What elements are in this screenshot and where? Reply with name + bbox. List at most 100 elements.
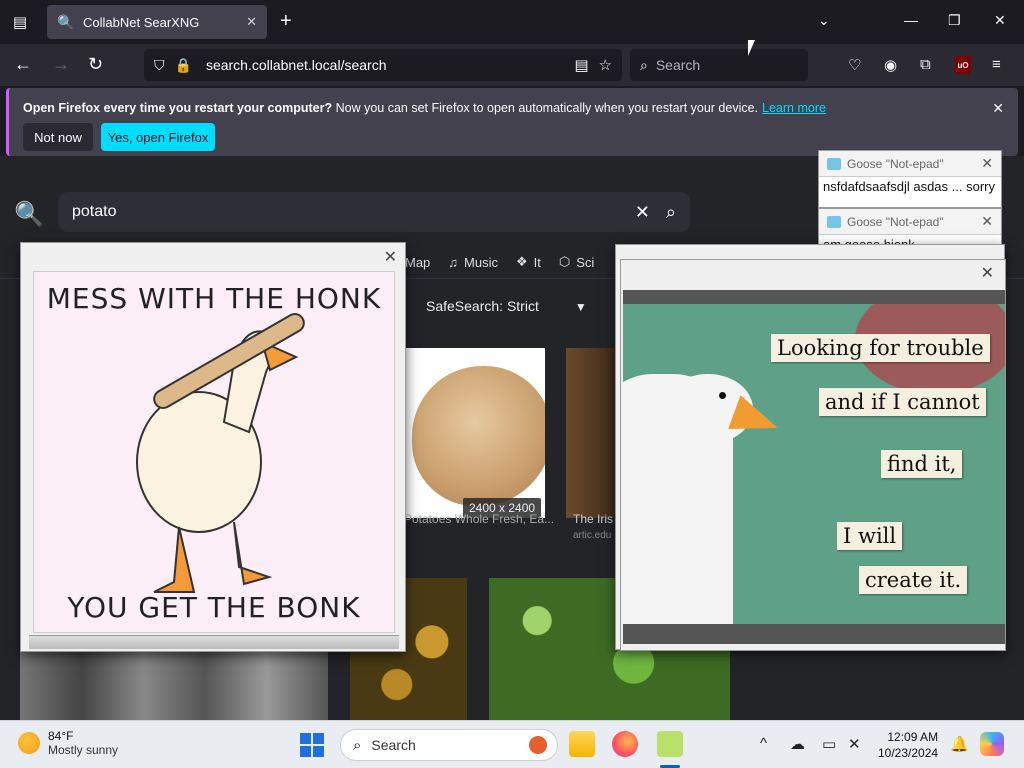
category-it-label: It [533,254,541,270]
back-icon[interactable]: ← [14,54,32,74]
weather-temp: 84°F [48,729,74,743]
taskbar-search[interactable]: ⌕ Search [340,729,558,761]
system-clock[interactable]: 12:09 AM 10/23/2024 [878,729,938,761]
category-science-label: Sci [576,254,595,270]
window-band [623,290,1005,304]
forward-icon[interactable]: → [52,54,70,74]
meme-bottom-text: YOU GET THE BONK [67,591,361,624]
mouse-cursor-icon [748,40,755,56]
tab-searxng[interactable]: 🔍 CollabNet SearXNG ✕ [47,5,267,39]
goose-trouble-image: Looking for trouble and if I cannot find… [623,304,1005,624]
note-4: I will [837,522,903,550]
file-explorer-icon[interactable] [569,731,595,757]
notification-bell-icon[interactable]: 🔔 [950,735,969,753]
category-music[interactable]: ♫ Music [448,254,498,270]
not-now-button[interactable]: Not now [23,123,93,151]
caret-down-icon: ▼ [574,300,587,314]
ublock-icon[interactable]: uO [955,56,971,74]
notepad-title: Goose "Not-epad" [847,156,944,171]
notification-bold: Open Firefox every time you restart your… [23,101,333,115]
lock-icon[interactable]: 🔒 [175,57,192,74]
extensions-icon[interactable]: ⧉ [920,56,931,73]
tab-close-icon[interactable]: ✕ [246,14,257,30]
menu-icon[interactable]: ≡ [992,56,1001,73]
safesearch-select[interactable]: SafeSearch: Strict ▼ [426,298,587,314]
window-resize-strip [29,635,399,649]
notepad-icon [827,157,841,170]
nav-bar: ← → ↻ ⛉ 🔒 search.collabnet.local/search … [0,44,1024,86]
search-submit-icon[interactable]: ⌕ [666,202,676,223]
url-text[interactable]: search.collabnet.local/search [206,57,574,73]
category-map-label: Map [405,254,431,270]
onedrive-icon[interactable]: ☁ [790,735,805,753]
popup-close-icon[interactable]: ✕ [384,247,397,267]
popup-close-icon[interactable]: ✕ [981,263,994,283]
tray-chevron-up-icon[interactable]: ^ [760,735,767,752]
goose-notepad-window-1[interactable]: Goose "Not-epad" ✕ nsfdafdsaafsdjl asdas … [818,150,1002,208]
music-note-icon: ♫ [448,254,459,270]
copilot-icon[interactable] [980,732,1004,756]
category-music-label: Music [464,254,498,270]
windows-start-icon[interactable] [300,733,324,757]
query-value[interactable]: potato [72,203,635,221]
result-image-potato[interactable] [404,348,545,518]
chevron-down-icon[interactable]: ⌄ [818,12,830,29]
volume-muted-icon[interactable]: ✕ [848,735,861,753]
notepad-title: Goose "Not-epad" [847,214,944,229]
note-3: find it, [881,450,963,478]
layers-icon: ❖ [516,254,528,269]
default-browser-notification: Open Firefox every time you restart your… [6,88,1018,156]
bookmark-star-icon[interactable]: ☆ [599,56,612,74]
network-icon[interactable]: ▭ [822,735,836,753]
searxng-logo-icon[interactable]: 🔍 [14,200,44,229]
result-caption[interactable]: Potatoes Whole Fresh, Ea... [404,512,554,526]
desktop-goose-icon[interactable] [657,731,683,757]
firefox-icon[interactable] [612,731,638,757]
notepad-text[interactable]: nsfdafdsaafsdjl asdas ... sorry [819,177,1001,207]
tab-list-icon[interactable]: ▤ [8,10,32,34]
account-icon[interactable]: ◉ [884,56,897,74]
new-tab-icon[interactable]: + [280,11,292,31]
learn-more-link[interactable]: Learn more [762,101,826,115]
result-caption-iris[interactable]: The Iris [573,512,613,526]
minimize-icon[interactable]: — [904,12,918,28]
browser-search-bar[interactable]: ⌕ Search [630,49,808,81]
query-input[interactable]: potato ✕ ⌕ [58,192,690,232]
window-close-icon[interactable]: ✕ [994,12,1006,29]
result-image-bw[interactable] [20,650,328,720]
result-source-iris: artic.edu [573,530,612,541]
clock-date: 10/23/2024 [878,746,939,760]
result-image-iris[interactable] [566,348,621,518]
notepad-close-icon[interactable]: ✕ [981,213,993,230]
search-favicon-icon: 🔍 [57,14,75,30]
note-2: and if I cannot [819,388,986,416]
reader-view-icon[interactable]: ▤ [574,56,588,74]
category-science[interactable]: ⬡ Sci [559,254,594,270]
reload-icon[interactable]: ↻ [88,54,103,74]
url-bar[interactable]: ⛉ 🔒 search.collabnet.local/search ▤ ☆ [144,49,622,81]
pocket-icon[interactable]: ♡ [848,56,861,74]
category-it[interactable]: ❖ It [516,254,541,270]
goose-meme-window[interactable]: ✕ MESS WITH THE HONK YOU GET THE BONK [20,242,406,652]
shield-icon[interactable]: ⛉ [154,57,165,74]
category-map[interactable]: Map [405,254,430,270]
notification-text: Now you can set Firefox to open automati… [332,101,759,115]
notepad-close-icon[interactable]: ✕ [981,155,993,172]
restore-icon[interactable]: ❐ [948,12,961,29]
cube-icon: ⬡ [558,254,571,269]
potato-shape [412,366,545,506]
tab-strip: ▤ 🔍 CollabNet SearXNG ✕ + ⌄ — ❐ ✕ [0,0,1024,44]
search-placeholder: Search [655,57,701,73]
yes-open-firefox-button[interactable]: Yes, open Firefox [101,123,215,151]
notification-close-icon[interactable]: ✕ [992,100,1004,117]
taskbar-search-label: Search [371,737,416,753]
notepad-titlebar: Goose "Not-epad" ✕ [819,151,1001,177]
goose-trouble-window[interactable]: Looking for trouble and if I cannot find… [615,244,1006,651]
search-icon: ⌕ [640,56,648,73]
weather-widget[interactable]: 84°F Mostly sunny [18,729,118,757]
clear-icon[interactable]: ✕ [635,202,650,223]
goose-beak-shape [728,395,784,445]
safesearch-label: SafeSearch: Strict [426,298,539,314]
goose-trouble-inner: Looking for trouble and if I cannot find… [620,259,1006,651]
note-1: Looking for trouble [771,334,990,362]
